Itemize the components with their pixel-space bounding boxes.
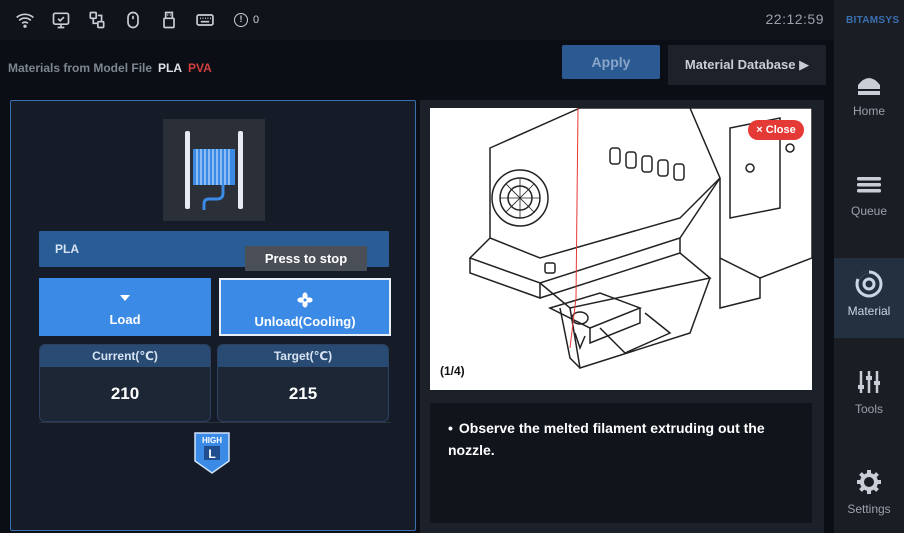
load-button[interactable]: Load (39, 278, 211, 336)
keyboard-icon (194, 9, 216, 31)
fan-icon (221, 290, 389, 310)
selected-material-name: PLA (55, 242, 79, 256)
current-temp-value: 210 (110, 384, 140, 403)
nav-item-material[interactable]: Material (834, 258, 904, 338)
instruction-panel: × Close (1/4) • Observe the melted filame… (420, 100, 824, 533)
instruction-text: • Observe the melted filament extruding o… (448, 417, 798, 461)
close-button[interactable]: × Close (748, 120, 804, 140)
mouse-icon (122, 9, 144, 31)
target-temp-value: 215 (288, 384, 318, 403)
alert-count: 0 (253, 14, 260, 26)
monitor-icon (50, 9, 72, 31)
current-temp-card: Current(℃) 210 (39, 344, 211, 422)
instruction-step-text: Observe the melted filament extruding ou… (448, 420, 765, 458)
page-indicator: (1/4) (440, 364, 465, 378)
nav-label-queue: Queue (850, 204, 888, 218)
material-tag-pla[interactable]: PLA (158, 61, 182, 75)
settings-icon (853, 466, 885, 498)
alert-indicator[interactable]: ! 0 (234, 13, 259, 27)
material-icon (853, 268, 885, 300)
high-flow-badge: HIGH L (192, 431, 232, 475)
badge-text-letter: L (208, 447, 215, 461)
current-temp-label: Current(℃) (40, 345, 210, 367)
network-icon (86, 9, 108, 31)
unload-cooling-button[interactable]: Unload(Cooling) (219, 278, 391, 336)
material-database-button[interactable]: Material Database ▶ (668, 45, 826, 85)
status-bar: ! 0 22:12:59 (0, 0, 834, 40)
wifi-icon (14, 9, 36, 31)
materials-title: Materials from Model File (8, 61, 153, 75)
extruder-diagram (468, 108, 812, 369)
queue-icon (853, 168, 885, 200)
target-temp-card[interactable]: Target(℃) 215 (217, 344, 389, 422)
brand-logo: BITAMSYS (846, 15, 900, 26)
load-label: Load (109, 312, 141, 327)
unload-label: Unload(Cooling) (254, 314, 356, 329)
materials-header: Materials from Model File PLA PVA (8, 61, 212, 75)
home-icon (853, 68, 885, 100)
nav-item-queue[interactable]: Queue (834, 168, 904, 248)
press-to-stop-tooltip: Press to stop (245, 246, 367, 271)
bullet: • (448, 420, 453, 436)
nav-item-home[interactable]: Home (834, 68, 904, 148)
tools-icon (853, 366, 885, 398)
alert-icon: ! (234, 13, 248, 27)
side-nav: BITAMSYS Home Queue Material Tools Setti… (834, 0, 904, 533)
extruder-panel: PLA Press to stop Load Unload(Cooling) C… (10, 100, 416, 531)
nav-label-settings: Settings (847, 502, 891, 516)
nav-label-home: Home (852, 104, 885, 118)
caret-down-icon (39, 288, 211, 308)
nav-item-settings[interactable]: Settings (834, 466, 904, 533)
material-tag-pva[interactable]: PVA (188, 61, 212, 75)
target-temp-label: Target(℃) (218, 345, 388, 367)
divider (39, 422, 391, 423)
clock: 22:12:59 (765, 11, 824, 27)
spool-icon (163, 119, 265, 221)
instruction-image: × Close (1/4) (430, 108, 812, 390)
instruction-text-box: • Observe the melted filament extruding o… (430, 403, 812, 523)
nav-label-material: Material (847, 304, 891, 318)
nav-item-tools[interactable]: Tools (834, 366, 904, 446)
badge-text-high: HIGH (202, 436, 222, 445)
apply-button[interactable]: Apply (562, 45, 660, 79)
nav-label-tools: Tools (854, 402, 883, 416)
usb-icon (158, 9, 180, 31)
